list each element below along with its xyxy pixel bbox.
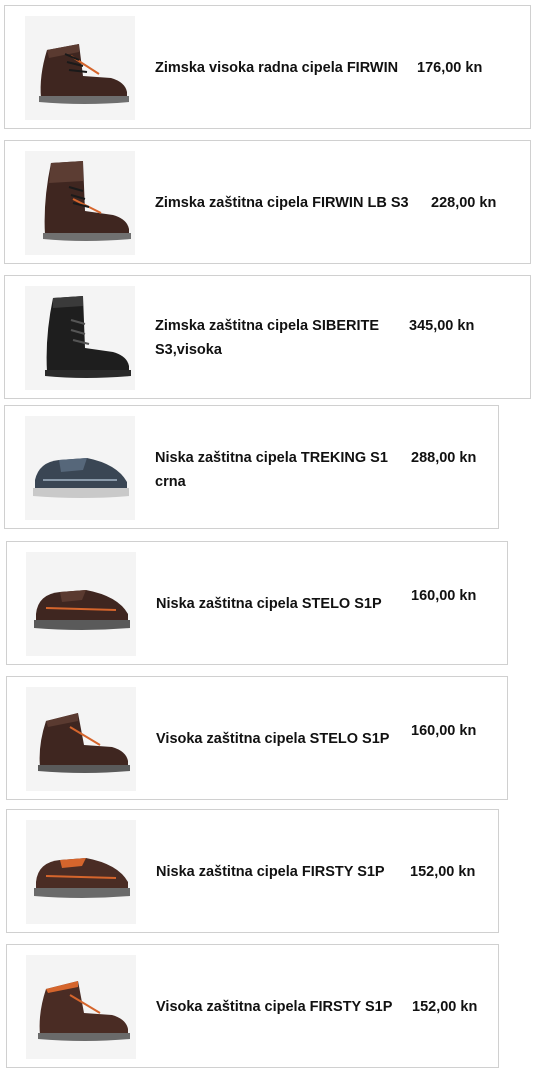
product-name[interactable]: Zimska zaštitna cipela SIBERITE S3,visok… bbox=[155, 314, 400, 362]
product-price: 228,00 kn bbox=[431, 195, 497, 211]
product-card[interactable]: Niska zaštitna cipela FIRSTY S1P 152,00 … bbox=[6, 809, 499, 933]
product-card[interactable]: Niska zaštitna cipela STELO S1P 160,00 k… bbox=[6, 541, 508, 665]
product-name[interactable]: Zimska zaštitna cipela FIRWIN LB S3 bbox=[155, 191, 425, 215]
product-price: 152,00 kn bbox=[410, 864, 476, 880]
product-price: 176,00 kn bbox=[417, 60, 483, 76]
product-name[interactable]: Visoka zaštitna cipela STELO S1P bbox=[156, 727, 408, 751]
product-name[interactable]: Niska zaštitna cipela STELO S1P bbox=[156, 592, 408, 616]
product-price: 152,00 kn bbox=[412, 999, 478, 1015]
brown-high-boot-orange-trim-icon[interactable] bbox=[26, 955, 136, 1059]
product-price: 288,00 kn bbox=[411, 450, 477, 466]
black-tall-winter-boot-icon[interactable] bbox=[25, 286, 135, 390]
product-price: 160,00 kn bbox=[411, 588, 477, 604]
product-card[interactable]: Zimska visoka radna cipela FIRWIN 176,00… bbox=[4, 5, 531, 129]
grey-trekking-sneaker-icon[interactable] bbox=[25, 416, 135, 520]
product-card[interactable]: Visoka zaštitna cipela FIRSTY S1P 152,00… bbox=[6, 944, 499, 1068]
product-name[interactable]: Niska zaštitna cipela FIRSTY S1P bbox=[156, 860, 408, 884]
product-card[interactable]: Zimska zaštitna cipela SIBERITE S3,visok… bbox=[4, 275, 531, 399]
product-card[interactable]: Visoka zaštitna cipela STELO S1P 160,00 … bbox=[6, 676, 508, 800]
brown-high-boot-icon[interactable] bbox=[26, 687, 136, 791]
product-card[interactable]: Zimska zaštitna cipela FIRWIN LB S3 228,… bbox=[4, 140, 531, 264]
product-name[interactable]: Visoka zaštitna cipela FIRSTY S1P bbox=[156, 995, 416, 1019]
brown-tall-winter-boot-icon[interactable] bbox=[25, 151, 135, 255]
brown-high-work-boot-icon[interactable] bbox=[25, 16, 135, 120]
brown-low-shoe-orange-trim-icon[interactable] bbox=[26, 820, 136, 924]
product-name[interactable]: Niska zaštitna cipela TREKING S1 crna bbox=[155, 446, 405, 494]
product-name[interactable]: Zimska visoka radna cipela FIRWIN bbox=[155, 56, 417, 80]
product-price: 345,00 kn bbox=[409, 318, 475, 334]
product-price: 160,00 kn bbox=[411, 723, 477, 739]
brown-low-shoe-icon[interactable] bbox=[26, 552, 136, 656]
product-card[interactable]: Niska zaštitna cipela TREKING S1 crna 28… bbox=[4, 405, 499, 529]
